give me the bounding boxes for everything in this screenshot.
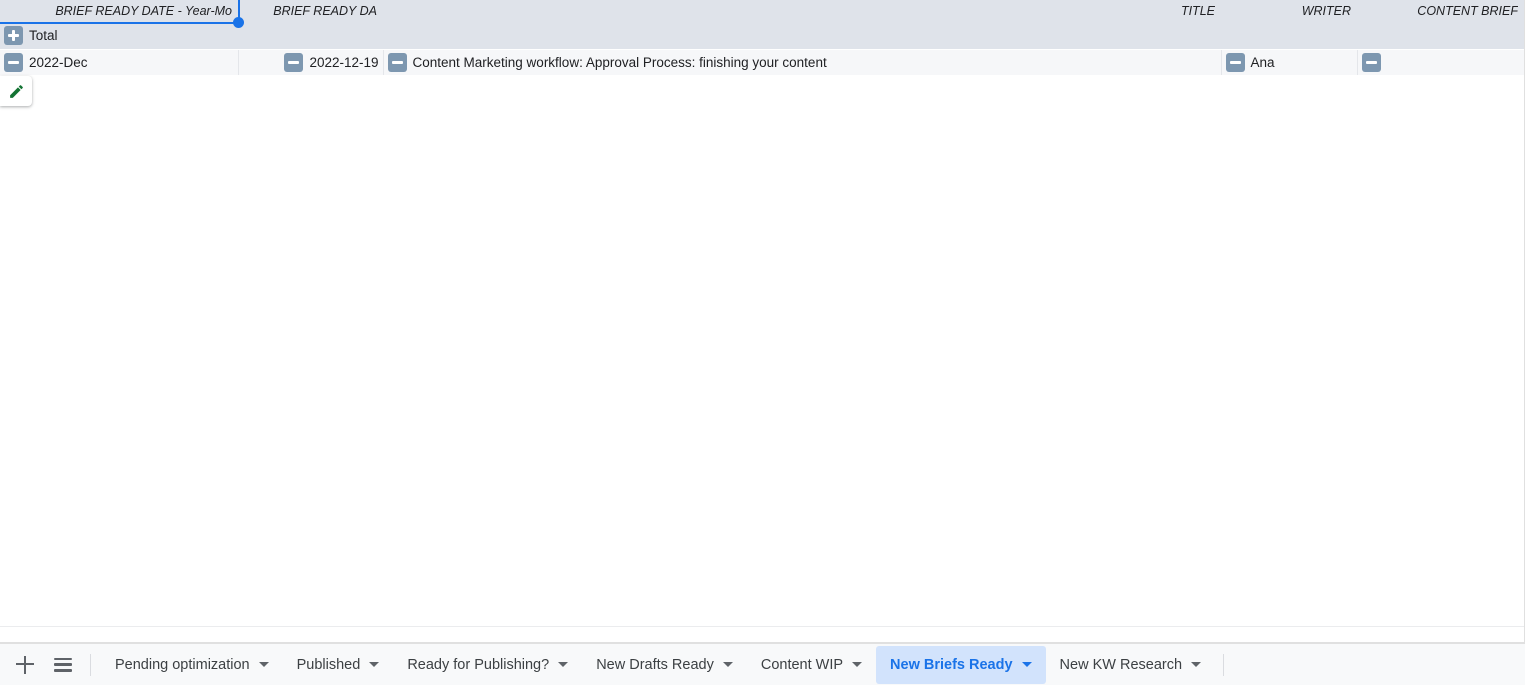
column-header-label: CONTENT BRIEF — [1417, 4, 1518, 18]
grid-bottom-separator — [0, 626, 1524, 627]
collapse-minus-icon[interactable] — [1361, 52, 1381, 72]
grid-bottom-edge — [0, 642, 1524, 643]
table-row: 2022-Dec 2022-12-19 Content Marketing wo… — [0, 48, 1524, 75]
all-sheets-button[interactable] — [44, 646, 82, 684]
sheet-tab-ready-for-publishing[interactable]: Ready for Publishing? — [393, 646, 582, 684]
pencil-edit-icon — [9, 84, 23, 98]
total-cell-date — [238, 23, 383, 49]
cell-date-label: 2022-12-19 — [309, 54, 379, 70]
cell-writer[interactable]: Ana — [1220, 48, 1357, 75]
cell-content-brief[interactable] — [1356, 48, 1524, 75]
plus-icon — [16, 655, 34, 674]
sheet-tab-label: New Briefs Ready — [890, 656, 1013, 673]
total-label: Total — [29, 28, 58, 44]
sheet-tab-new-briefs-ready[interactable]: New Briefs Ready — [876, 645, 1046, 684]
cell-title-label: Content Marketing workflow: Approval Pro… — [412, 54, 827, 70]
chevron-down-icon[interactable] — [1021, 662, 1032, 667]
spreadsheet-pivot-view: BRIEF READY DATE - Year-Mo BRIEF READY D… — [0, 0, 1525, 685]
column-header-label: WRITER — [1301, 4, 1351, 18]
edit-pivot-button[interactable] — [0, 76, 32, 106]
pivot-header-row: BRIEF READY DATE - Year-Mo BRIEF READY D… — [0, 0, 1524, 23]
column-header-title[interactable]: TITLE — [383, 0, 1221, 23]
selection-resize-handle[interactable] — [233, 17, 244, 28]
column-header-brief-ready-month[interactable]: BRIEF READY DATE - Year-Mo — [0, 0, 238, 23]
sheet-tab-label: New KW Research — [1059, 656, 1183, 673]
chevron-down-icon[interactable] — [369, 662, 380, 667]
pivot-total-row: Total — [0, 23, 1524, 49]
collapse-minus-icon[interactable] — [1225, 52, 1245, 72]
collapse-minus-icon[interactable] — [284, 52, 304, 72]
cell-title[interactable]: Content Marketing workflow: Approval Pro… — [382, 48, 1221, 75]
sheet-tab-label: Published — [296, 656, 361, 673]
toolbar-divider — [90, 653, 91, 676]
cell-month[interactable]: 2022-Dec — [0, 48, 238, 75]
sheet-tab-new-kw-research[interactable]: New KW Research — [1046, 646, 1215, 684]
pivot-table-area: BRIEF READY DATE - Year-Mo BRIEF READY D… — [0, 0, 1525, 643]
sheet-tab-label: Ready for Publishing? — [407, 656, 550, 673]
chevron-down-icon[interactable] — [852, 662, 863, 667]
sheet-tab-published[interactable]: Published — [283, 646, 394, 684]
selection-underline — [0, 22, 239, 24]
cell-writer-label: Ana — [1250, 54, 1275, 70]
sheet-tab-bar: Pending optimization Published Ready for… — [0, 643, 1525, 685]
collapse-minus-icon[interactable] — [4, 52, 23, 72]
pivot-table: BRIEF READY DATE - Year-Mo BRIEF READY D… — [0, 0, 1524, 75]
total-cell-month[interactable]: Total — [0, 23, 238, 49]
cell-date[interactable]: 2022-12-19 — [237, 48, 383, 75]
total-cell-writer — [1221, 23, 1357, 49]
column-header-label: BRIEF READY DA — [273, 4, 377, 18]
chevron-down-icon[interactable] — [722, 662, 733, 667]
column-header-label: TITLE — [1180, 4, 1215, 18]
total-cell-brief — [1357, 23, 1524, 49]
chevron-down-icon[interactable] — [558, 662, 569, 667]
chevron-down-icon[interactable] — [258, 662, 269, 667]
hamburger-menu-icon — [54, 657, 72, 672]
sheet-tab-new-drafts-ready[interactable]: New Drafts Ready — [582, 646, 747, 684]
column-header-label: BRIEF READY DATE - Year-Mo — [55, 4, 232, 18]
toolbar-divider-right — [1223, 653, 1225, 676]
add-sheet-button[interactable] — [6, 646, 44, 684]
total-cell-title — [383, 23, 1221, 49]
column-header-content-brief[interactable]: CONTENT BRIEF — [1357, 0, 1524, 23]
sheet-tab-label: Content WIP — [760, 656, 844, 673]
column-header-brief-ready-date[interactable]: BRIEF READY DA — [238, 0, 383, 23]
expand-plus-icon[interactable] — [4, 26, 23, 46]
sheet-tab-label: New Drafts Ready — [596, 656, 714, 673]
sheet-tab-label: Pending optimization — [115, 656, 250, 673]
cell-month-label: 2022-Dec — [29, 54, 88, 70]
sheet-tab-content-wip[interactable]: Content WIP — [747, 646, 876, 684]
chevron-down-icon[interactable] — [1191, 662, 1202, 667]
sheet-tab-pending-optimization[interactable]: Pending optimization — [101, 646, 283, 684]
collapse-minus-icon[interactable] — [387, 52, 407, 72]
column-header-writer[interactable]: WRITER — [1221, 0, 1357, 23]
